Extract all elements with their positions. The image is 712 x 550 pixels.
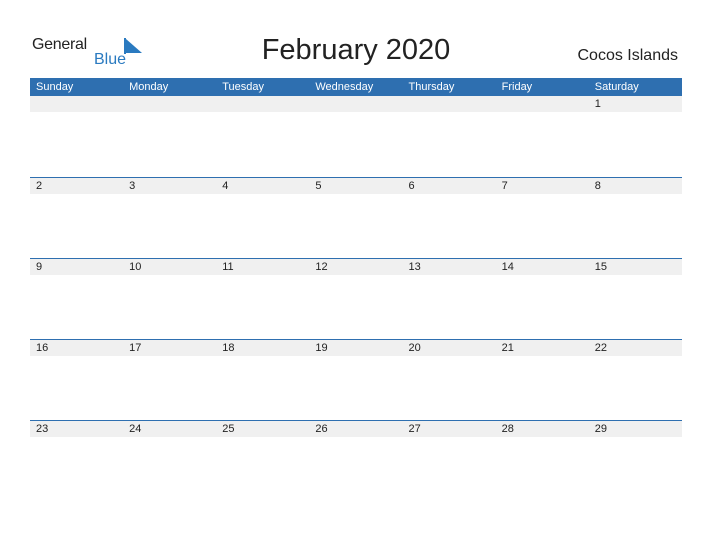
day-cell: 7 (501, 180, 508, 192)
country-label: Cocos Islands (577, 47, 679, 64)
day-cell: 17 (129, 342, 142, 354)
day-cell: 24 (129, 423, 142, 435)
day-cell (123, 96, 216, 112)
weekday-thursday: Thursday (408, 81, 455, 93)
day-cell: 15 (594, 261, 607, 273)
day-cell: 10 (129, 261, 142, 273)
day-cell: 5 (315, 180, 322, 192)
day-cell (216, 96, 309, 112)
week-row: 9 10 11 12 13 14 15 (30, 258, 682, 339)
weekday-wednesday: Wednesday (315, 81, 374, 93)
date-strip: 1 (30, 96, 682, 112)
day-cell: 11 (222, 261, 234, 273)
date-strip: 23 24 25 26 27 28 29 (30, 421, 682, 437)
day-cell: 3 (129, 180, 136, 192)
day-cell: 12 (315, 261, 328, 273)
day-cell: 20 (408, 342, 421, 354)
weekday-header: Sunday Monday Tuesday Wednesday Thursday… (30, 78, 682, 96)
day-cell: 2 (36, 180, 43, 192)
day-cell: 4 (222, 180, 229, 192)
day-cell: 14 (501, 261, 514, 273)
day-cell: 18 (222, 342, 235, 354)
date-strip: 9 10 11 12 13 14 15 (30, 259, 682, 275)
day-cell: 22 (594, 342, 607, 354)
date-strip: 16 17 18 19 20 21 22 (30, 340, 682, 356)
week-row: 2 3 4 5 6 7 8 (30, 177, 682, 258)
day-cell: 19 (315, 342, 328, 354)
day-cell (403, 96, 496, 112)
weekday-sunday: Sunday (36, 81, 74, 93)
day-cell (30, 96, 123, 112)
week-row: 23 24 25 26 27 28 29 (30, 420, 682, 501)
day-cell: 13 (408, 261, 421, 273)
day-cell: 8 (594, 180, 601, 192)
day-cell: 21 (501, 342, 514, 354)
day-cell: 1 (594, 98, 601, 110)
day-cell: 16 (36, 342, 49, 354)
weekday-saturday: Saturday (594, 81, 639, 93)
weekday-monday: Monday (129, 81, 169, 93)
weekday-tuesday: Tuesday (222, 81, 265, 93)
day-cell: 29 (594, 423, 607, 435)
weekday-friday: Friday (501, 81, 533, 93)
week-row: 1 (30, 96, 682, 177)
calendar-grid: Sunday Monday Tuesday Wednesday Thursday… (30, 78, 682, 501)
week-row: 16 17 18 19 20 21 22 (30, 339, 682, 420)
day-cell (309, 96, 402, 112)
day-cell: 6 (408, 180, 415, 192)
day-cell (496, 96, 589, 112)
date-strip: 2 3 4 5 6 7 8 (30, 178, 682, 194)
day-cell: 9 (36, 261, 43, 273)
day-cell: 25 (222, 423, 235, 435)
day-cell: 26 (315, 423, 328, 435)
day-cell: 27 (408, 423, 421, 435)
day-cell: 28 (501, 423, 514, 435)
weeks-container: 1 2 3 4 5 6 7 8 9 10 11 12 13 14 15 16 17 18 19 20 21 22 23 24 2… (30, 96, 682, 501)
day-cell: 23 (36, 423, 49, 435)
